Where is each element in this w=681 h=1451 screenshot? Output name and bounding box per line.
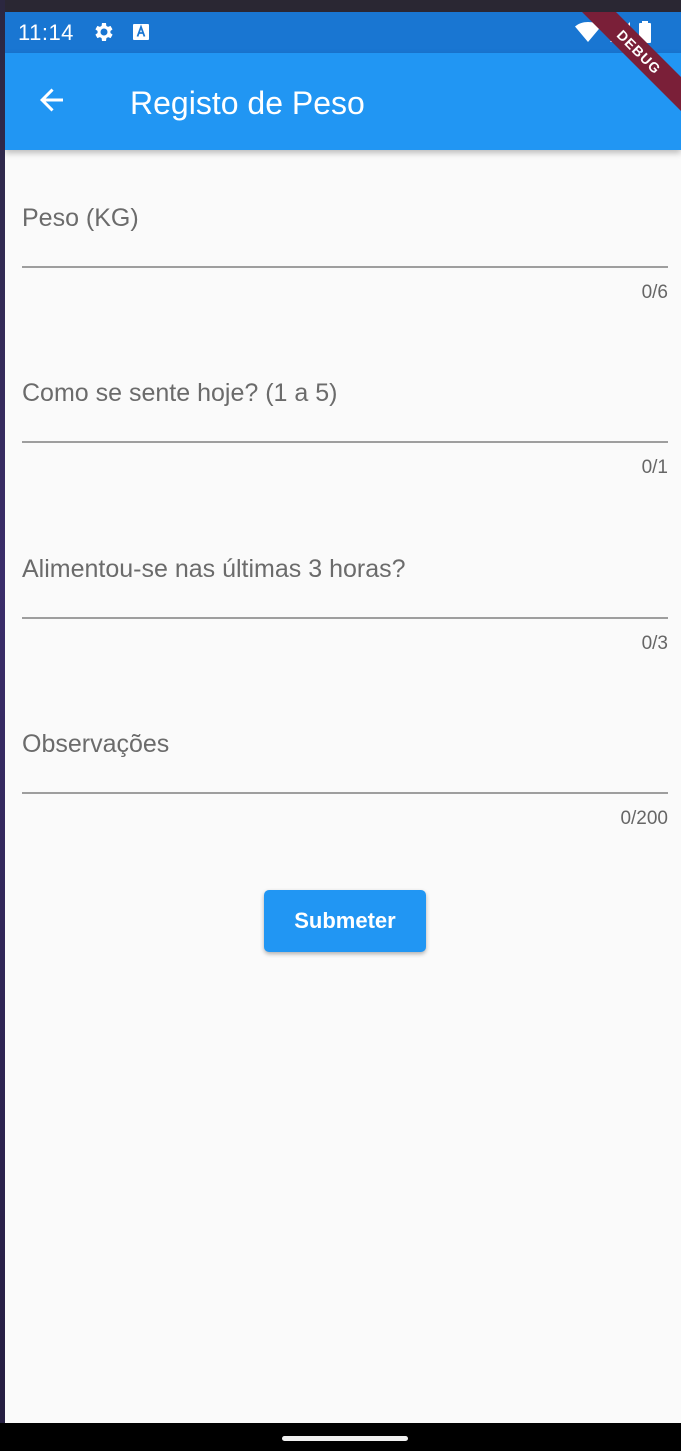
weight-counter: 0/6 [641,282,668,303]
notes-counter: 0/200 [620,808,668,829]
weight-input[interactable] [22,204,668,268]
mood-input[interactable] [22,379,668,443]
home-indicator[interactable] [282,1436,408,1441]
notes-input[interactable] [22,730,668,794]
arrow-left-icon [36,84,68,121]
app-bar: Registo de Peso [5,53,681,150]
mood-counter: 0/1 [641,457,668,478]
phone-screen: 11:14 Registo de Peso DEBUG Peso (KG) 0/… [5,12,681,1423]
page-title: Registo de Peso [130,85,365,121]
meal-input[interactable] [22,555,668,619]
back-button[interactable] [27,77,77,127]
status-bar: 11:14 [5,12,681,53]
a-badge-icon [131,22,151,42]
submit-button[interactable]: Submeter [264,890,426,952]
meal-counter: 0/3 [641,633,668,654]
status-time: 11:14 [18,20,74,45]
device-frame-top [0,0,681,12]
gear-icon [91,20,115,44]
